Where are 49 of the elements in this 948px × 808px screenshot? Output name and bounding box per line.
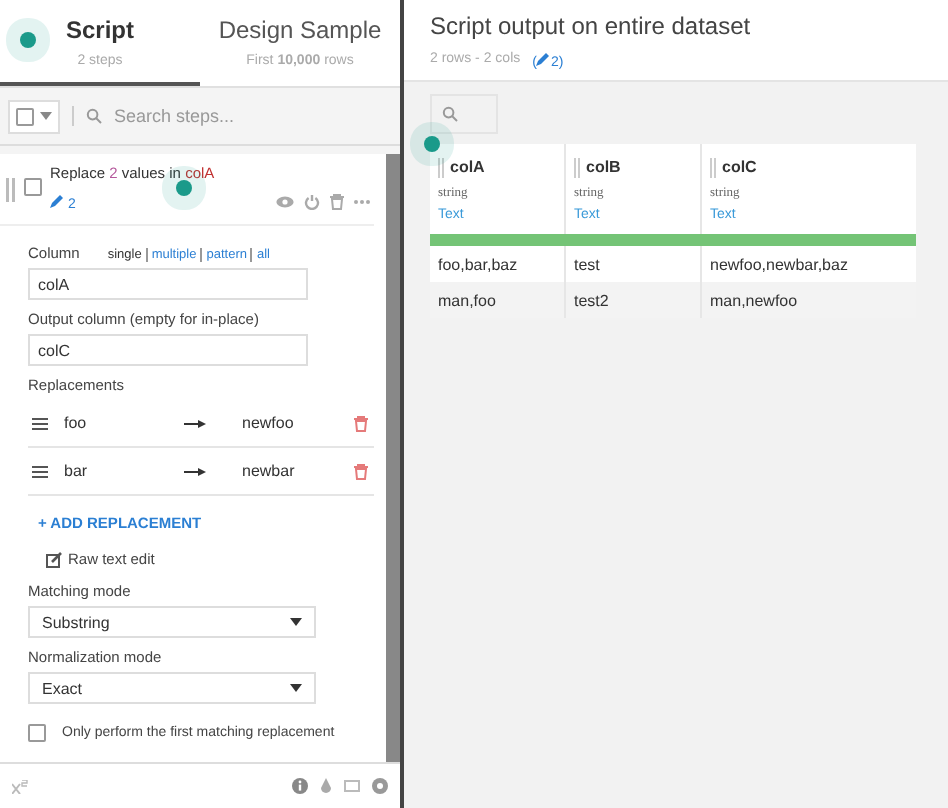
output-title: Script output on entire dataset	[430, 12, 753, 40]
info-icon[interactable]	[292, 778, 308, 794]
table-cell: man,newfoo	[710, 291, 798, 309]
select-dropdown[interactable]	[8, 99, 60, 133]
caret-icon	[290, 618, 302, 626]
column-header[interactable]: colA	[450, 158, 485, 176]
drop-icon[interactable]	[320, 778, 332, 794]
drag-handle-icon[interactable]	[32, 465, 48, 477]
replace-to[interactable]: newfoo	[242, 414, 354, 432]
checkbox[interactable]	[28, 724, 46, 742]
help-icon[interactable]	[372, 778, 388, 794]
drag-handle-icon[interactable]	[32, 417, 48, 429]
comment-icon[interactable]	[344, 779, 360, 793]
drag-handle-icon[interactable]	[574, 157, 580, 177]
drag-handle-icon[interactable]	[6, 178, 16, 202]
table-search-field[interactable]	[430, 94, 498, 134]
matching-mode-dropdown[interactable]: Substring	[28, 606, 316, 638]
caret-icon	[290, 684, 302, 692]
scrollbar[interactable]	[386, 154, 400, 762]
edit-icon	[46, 551, 62, 567]
trash-icon[interactable]	[354, 415, 368, 431]
power-icon[interactable]	[304, 194, 320, 210]
caret-icon	[40, 112, 52, 120]
search-icon	[442, 106, 458, 122]
table-cell: test2	[574, 291, 609, 309]
table-cell: test	[574, 255, 600, 273]
trash-icon[interactable]	[330, 194, 344, 210]
column-header[interactable]: colC	[722, 158, 757, 176]
hotspot-dot[interactable]	[424, 136, 440, 152]
table-cell: man,foo	[438, 291, 496, 309]
formula-icon[interactable]	[12, 779, 28, 793]
column-field[interactable]: colA	[28, 268, 308, 300]
normalization-mode-dropdown[interactable]: Exact	[28, 672, 316, 704]
arrow-icon	[184, 467, 206, 475]
search-icon	[86, 108, 102, 124]
table-cell: newfoo,newbar,baz	[710, 255, 848, 273]
arrow-icon	[184, 419, 206, 427]
search-field[interactable]: Search steps...	[110, 104, 358, 128]
step-checkbox[interactable]	[24, 178, 42, 196]
trash-icon[interactable]	[354, 463, 368, 479]
column-header[interactable]: colB	[586, 158, 621, 176]
replace-from[interactable]: bar	[64, 462, 184, 480]
table-cell: foo,bar,baz	[438, 255, 518, 273]
eye-icon[interactable]	[276, 196, 294, 208]
drag-handle-icon[interactable]	[438, 157, 444, 177]
drag-handle-icon[interactable]	[710, 157, 716, 177]
output-column-field[interactable]: colC	[28, 334, 308, 366]
replace-to[interactable]: newbar	[242, 462, 354, 480]
replace-from[interactable]: foo	[64, 414, 184, 432]
